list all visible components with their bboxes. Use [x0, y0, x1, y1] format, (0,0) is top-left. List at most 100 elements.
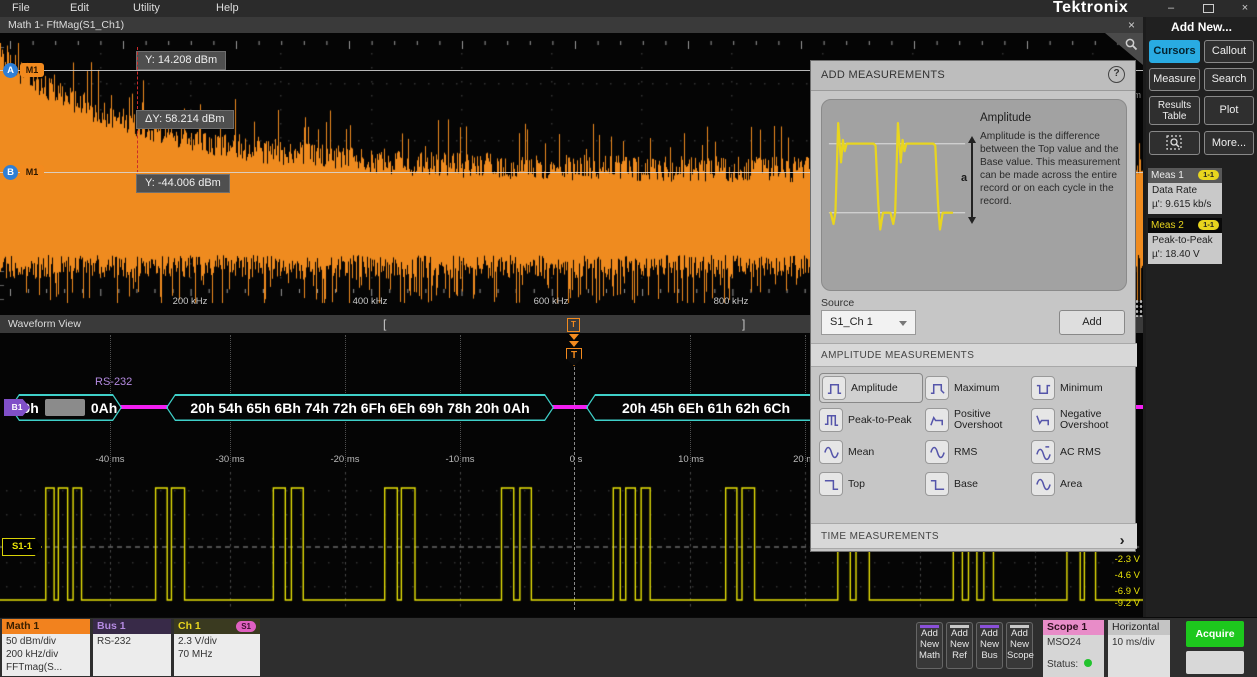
cursors-button[interactable]: Cursors — [1149, 40, 1200, 63]
plot-button[interactable]: Plot — [1204, 96, 1254, 125]
acquire-button[interactable]: Acquire — [1186, 621, 1244, 647]
settings-bar: Math 1 50 dBm/div 200 kHz/div FFTmag(S..… — [0, 617, 1257, 677]
pane-splitter-handle[interactable] — [1134, 298, 1143, 317]
zoom-select-icon — [1166, 135, 1184, 151]
menu-bar: File Edit Utility Help Tektronix – × — [0, 0, 1257, 17]
time-axis-label: -30 ms — [205, 454, 255, 465]
search-button[interactable]: Search — [1204, 68, 1254, 91]
zoom-left-bracket[interactable]: [ — [383, 315, 386, 333]
math1-badge-card[interactable]: Math 1 50 dBm/div 200 kHz/div FFTmag(S..… — [2, 619, 90, 676]
bus-idle-line — [118, 405, 170, 409]
freq-axis-label: 800 kHz — [696, 296, 766, 307]
minimize-icon[interactable]: – — [1162, 2, 1180, 15]
math1-span: 200 kHz/div — [6, 648, 86, 661]
bus1-badge-card[interactable]: Bus 1 RS-232 — [93, 619, 171, 676]
trigger-flag[interactable]: T — [566, 348, 582, 366]
packet-text: 0Ah — [91, 400, 117, 416]
voltage-scale-label: -2.3 V — [1095, 554, 1140, 565]
cursor-b-source-badge: M1 — [20, 165, 44, 179]
math1-scale: 50 dBm/div — [6, 635, 86, 648]
add-new-math-button[interactable]: Add New Math — [916, 622, 943, 669]
voltage-scale-label: -4.6 V — [1095, 570, 1140, 581]
channel-s1-badge[interactable]: S1-1 — [2, 538, 42, 556]
tekscope-app: File Edit Utility Help Tektronix – × Mat… — [0, 0, 1257, 677]
zoom-select-button[interactable] — [1149, 131, 1200, 155]
bus1-protocol: RS-232 — [97, 635, 167, 648]
negative-overshoot-icon — [1031, 408, 1055, 432]
add-measurement-button[interactable]: Add — [1059, 310, 1125, 335]
empty-slot[interactable] — [1186, 651, 1244, 674]
top-icon — [819, 472, 843, 496]
menu-utility[interactable]: Utility — [127, 0, 166, 17]
time-section-header[interactable]: TIME MEASUREMENTS › — [811, 523, 1137, 549]
freq-axis-label: 200 kHz — [155, 296, 225, 307]
waveform-view-title: Waveform View — [0, 318, 81, 330]
meas1-name: Data Rate — [1152, 184, 1218, 198]
amplitude-section-header[interactable]: AMPLITUDE MEASUREMENTS — [811, 343, 1137, 367]
meas2-name: Peak-to-Peak — [1152, 234, 1218, 248]
measure-amplitude[interactable]: Amplitude — [819, 373, 923, 403]
cursor-a-badge[interactable]: A — [3, 63, 18, 78]
measure-negative-overshoot[interactable]: Negative Overshoot — [1031, 405, 1135, 435]
close-icon[interactable]: × — [1236, 2, 1254, 15]
time-axis-label: 10 ms — [666, 454, 716, 465]
bus-packet[interactable]: 20h 54h 65h 6Bh 74h 72h 6Fh 6Eh 69h 78h … — [166, 394, 554, 421]
measure-base[interactable]: Base — [925, 469, 1029, 499]
ch1-scale: 2.3 V/div — [178, 635, 256, 648]
ch1-badge-card[interactable]: S1 Ch 1 2.3 V/div 70 MHz — [174, 619, 260, 676]
measure-top[interactable]: Top — [819, 469, 923, 499]
ch1-title: S1 Ch 1 — [174, 619, 260, 634]
cursor-a-readout: Y: 14.208 dBm — [136, 51, 226, 70]
measure-button[interactable]: Measure — [1149, 68, 1200, 91]
measure-area[interactable]: Area — [1031, 469, 1135, 499]
add-new-ref-button[interactable]: Add New Ref — [946, 622, 973, 669]
add-new-scope-button[interactable]: Add New Scope — [1006, 622, 1033, 669]
zoom-right-bracket[interactable]: ] — [742, 315, 745, 333]
trigger-arrow-icon — [569, 334, 579, 340]
meas2-badge[interactable]: 1-1 Meas 2 Peak-to-Peak µ': 18.40 V — [1148, 218, 1222, 264]
trigger-arrow-icon — [569, 341, 579, 347]
measure-mean[interactable]: Mean — [819, 437, 923, 467]
measure-rms[interactable]: RMS — [925, 437, 1029, 467]
math-window-titlebar[interactable]: Math 1- FftMag(S1_Ch1) × — [0, 17, 1143, 33]
tektronix-logo: Tektronix — [1053, 0, 1128, 17]
packet-text: 20h 45h 6Eh 61h 62h 6Ch — [622, 400, 790, 416]
rms-icon — [925, 440, 949, 464]
horizontal-title: Horizontal — [1108, 620, 1170, 635]
add-new-panel: Add New... Cursors Callout Measure Searc… — [1146, 17, 1257, 617]
horizontal-scale: 10 ms/div — [1112, 636, 1166, 649]
add-new-bus-button[interactable]: Add New Bus — [976, 622, 1003, 669]
menu-edit[interactable]: Edit — [64, 0, 95, 17]
help-icon[interactable]: ? — [1108, 66, 1125, 83]
voltage-scale-label: -6.9 V — [1095, 586, 1140, 597]
dialog-titlebar[interactable]: ADD MEASUREMENTS ? — [811, 61, 1135, 91]
freq-axis-label: 600 kHz — [516, 296, 586, 307]
results-table-button[interactable]: Results Table — [1149, 96, 1200, 125]
menu-help[interactable]: Help — [210, 0, 245, 17]
restore-icon[interactable] — [1203, 4, 1214, 13]
measure-positive-overshoot[interactable]: Positive Overshoot — [925, 405, 1029, 435]
math-close-icon[interactable]: × — [1120, 17, 1135, 33]
menu-file[interactable]: File — [6, 0, 36, 17]
measure-minimum[interactable]: Minimum — [1031, 373, 1135, 403]
description-heading: Amplitude — [980, 112, 1031, 124]
callout-button[interactable]: Callout — [1204, 40, 1254, 63]
measure-maximum[interactable]: Maximum — [925, 373, 1029, 403]
bus1-title: Bus 1 — [93, 619, 171, 634]
scope1-status-label: Status: — [1047, 659, 1078, 670]
meas1-value: µ': 9.615 kb/s — [1152, 198, 1218, 212]
bus-packet[interactable]: 20h 45h 6Eh 61h 62h 6Ch — [586, 394, 826, 421]
horizontal-card[interactable]: Horizontal 10 ms/div — [1108, 620, 1170, 677]
more-button[interactable]: More... — [1204, 131, 1254, 155]
meas1-badge[interactable]: 1-1 Meas 1 Data Rate µ': 9.615 kb/s — [1148, 168, 1222, 214]
trigger-position-icon[interactable]: T — [567, 318, 580, 332]
cursor-b-badge[interactable]: B — [3, 165, 18, 180]
scope1-card[interactable]: Scope 1 MSO24 Status: — [1043, 620, 1104, 677]
measure-peak-to-peak[interactable]: Peak-to-Peak — [819, 405, 923, 435]
time-axis-label: -40 ms — [85, 454, 135, 465]
base-icon — [925, 472, 949, 496]
chevron-right-icon: › — [1120, 528, 1125, 553]
meas1-count-badge: 1-1 — [1198, 170, 1219, 180]
measure-ac-rms[interactable]: AC RMS — [1031, 437, 1135, 467]
source-dropdown[interactable]: S1_Ch 1 — [821, 310, 916, 335]
